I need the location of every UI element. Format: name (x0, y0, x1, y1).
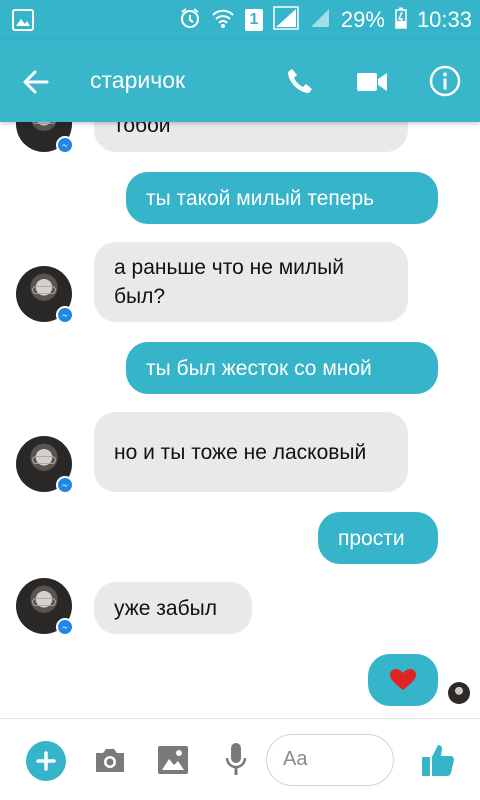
message-bubble-outgoing[interactable]: ты такой милый теперь (126, 172, 438, 224)
message-bubble-outgoing-heart[interactable] (368, 654, 438, 706)
gallery-button[interactable] (156, 743, 190, 777)
battery-charging-icon (395, 7, 407, 34)
call-button[interactable] (282, 62, 318, 100)
conversation-header: старичок (0, 40, 480, 122)
plus-icon (36, 751, 56, 771)
message-text: а раньше что не милый был? (114, 256, 344, 308)
message-text: тобой (114, 122, 171, 137)
message-text: ты был жесток со мной (146, 356, 372, 380)
camera-icon (96, 749, 124, 772)
back-button[interactable] (18, 64, 54, 100)
gallery-notification-icon (12, 9, 34, 36)
messenger-badge-icon (56, 618, 74, 636)
message-text: прости (338, 526, 405, 550)
messenger-badge-icon (56, 306, 74, 324)
contact-avatar[interactable] (16, 578, 74, 636)
info-button[interactable] (426, 62, 464, 100)
message-list[interactable]: тобой ты такой милый теперь а раньше что… (0, 122, 480, 718)
thumbs-up-icon (422, 745, 454, 776)
status-bar: 1 29% 10:33 (0, 0, 480, 40)
message-bubble-incoming[interactable]: уже забыл (94, 582, 252, 634)
contact-avatar[interactable] (16, 266, 74, 324)
screen: 1 29% 10:33 старичок тобой ты такой милы… (0, 0, 480, 800)
info-icon (429, 65, 461, 97)
message-bubble-incoming[interactable]: но и ты тоже не ласковый (94, 412, 408, 492)
message-composer: Aa (0, 718, 480, 800)
message-bubble-outgoing[interactable]: прости (318, 512, 438, 564)
signal-icon (273, 5, 299, 35)
video-camera-icon (357, 73, 387, 91)
wifi-icon (211, 7, 235, 34)
message-bubble-incoming[interactable]: тобой (94, 122, 408, 152)
image-icon (158, 746, 188, 774)
like-button[interactable] (418, 739, 458, 781)
clock: 10:33 (416, 7, 472, 32)
signal-icon-2 (309, 7, 331, 34)
message-text: ты такой милый теперь (146, 186, 375, 210)
back-arrow-icon (23, 70, 49, 94)
message-text: но и ты тоже не ласковый (114, 440, 367, 464)
status-icons: 1 29% 10:33 (179, 0, 472, 40)
heart-icon (390, 669, 416, 690)
contact-name[interactable]: старичок (90, 67, 185, 94)
contact-avatar[interactable] (16, 122, 74, 154)
microphone-icon (225, 743, 247, 775)
message-bubble-outgoing[interactable]: ты был жесток со мной (126, 342, 438, 394)
phone-icon (288, 69, 312, 93)
seen-indicator-avatar (448, 682, 470, 704)
message-input-placeholder: Aa (283, 748, 308, 770)
add-button[interactable] (26, 741, 66, 781)
camera-button[interactable] (92, 743, 128, 777)
voice-button[interactable] (222, 741, 250, 779)
messenger-badge-icon (56, 476, 74, 494)
messenger-badge-icon (56, 136, 74, 154)
contact-avatar[interactable] (16, 436, 74, 494)
sim-indicator: 1 (244, 9, 263, 31)
alarm-icon (179, 7, 201, 34)
message-bubble-incoming[interactable]: а раньше что не милый был? (94, 242, 408, 322)
message-input[interactable]: Aa (266, 734, 394, 786)
message-text: уже забыл (114, 596, 217, 620)
battery-percent: 29% (340, 7, 385, 32)
video-call-button[interactable] (352, 64, 392, 100)
